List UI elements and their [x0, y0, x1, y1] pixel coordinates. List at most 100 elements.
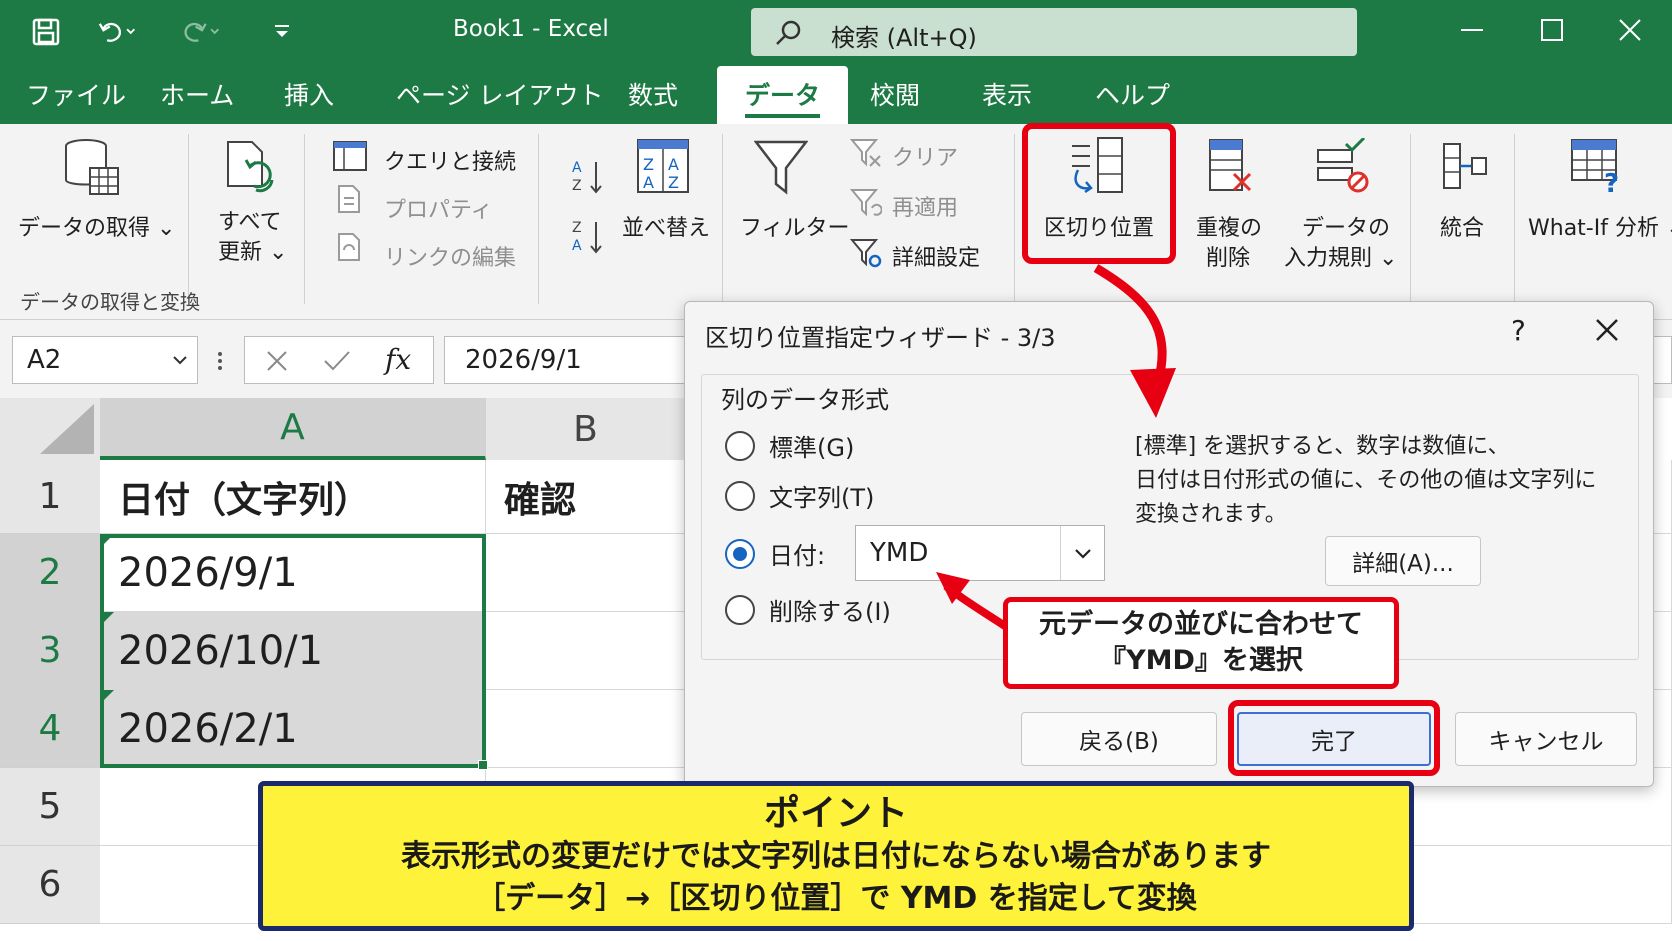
chevron-down-icon[interactable]	[171, 351, 189, 369]
tab-page-layout[interactable]: ページ レイアウト	[396, 76, 603, 112]
save-icon[interactable]	[26, 12, 66, 52]
help-icon[interactable]: ?	[1511, 314, 1526, 347]
tab-formulas[interactable]: 数式	[628, 76, 678, 112]
point-line-1: 表示形式の変更だけでは文字列は日付にならない場合があります	[401, 839, 1271, 874]
title-bar: Book1 - Excel 検索 (Alt+Q)	[0, 0, 1672, 62]
tab-home[interactable]: ホーム	[160, 76, 234, 112]
svg-text:Z: Z	[572, 220, 582, 236]
column-header-b[interactable]: B	[486, 398, 686, 460]
whatif-button[interactable]: What-If 分析 ⌄	[1528, 210, 1672, 242]
more-options-icon[interactable]	[216, 350, 224, 372]
date-format-value: YMD	[870, 538, 929, 568]
radio-general[interactable]: 標準(G)	[725, 428, 854, 463]
radio-text[interactable]: 文字列(T)	[725, 478, 874, 513]
radio-date[interactable]: 日付:	[725, 536, 825, 571]
chevron-down-icon[interactable]	[1060, 526, 1104, 580]
close-window-icon[interactable]	[1608, 10, 1652, 50]
remove-duplicates-label-2[interactable]: 削除	[1206, 240, 1250, 272]
refresh-all-label-2[interactable]: 更新 ⌄	[218, 234, 287, 266]
sort-icon[interactable]: ZAAZ	[636, 138, 690, 196]
row-header-3[interactable]: 3	[0, 612, 100, 690]
back-button[interactable]: 戻る(B)	[1021, 712, 1217, 766]
radio-skip[interactable]: 削除する(I)	[725, 592, 891, 627]
svg-text:Z: Z	[643, 155, 654, 174]
minimize-icon[interactable]	[1450, 10, 1494, 50]
sort-button[interactable]: 並べ替え	[622, 210, 710, 242]
cell-a4[interactable]: 2026/2/1	[100, 690, 486, 768]
callout-line-2: 『YMD』を選択	[1099, 645, 1303, 676]
date-format-select[interactable]: YMD	[855, 525, 1105, 581]
fill-handle[interactable]	[478, 760, 488, 770]
tab-view[interactable]: 表示	[982, 76, 1032, 112]
tab-file[interactable]: ファイル	[26, 76, 126, 112]
tab-data[interactable]: データ	[717, 66, 849, 124]
tab-insert[interactable]: 挿入	[284, 76, 334, 112]
tab-help[interactable]: ヘルプ	[1095, 76, 1170, 112]
data-validation-label-1[interactable]: データの	[1302, 210, 1390, 242]
confirm-formula-icon[interactable]	[323, 349, 351, 373]
row-header-4[interactable]: 4	[0, 690, 100, 768]
data-validation-icon[interactable]	[1316, 138, 1372, 196]
cell-a1[interactable]: 日付（文字列）	[100, 460, 486, 534]
ymd-callout: 元データの並びに合わせて 『YMD』を選択	[1003, 597, 1399, 689]
undo-icon[interactable]	[98, 12, 138, 52]
cancel-formula-icon[interactable]	[265, 349, 289, 373]
remove-duplicates-icon[interactable]	[1206, 138, 1254, 196]
close-icon[interactable]	[1593, 316, 1621, 344]
ribbon-separator	[1014, 134, 1015, 304]
refresh-all-icon[interactable]	[222, 136, 282, 200]
reapply-button[interactable]: 再適用	[892, 190, 958, 222]
tab-review[interactable]: 校閲	[870, 76, 920, 112]
details-button[interactable]: 詳細(A)...	[1325, 536, 1481, 586]
radio-button[interactable]	[725, 594, 755, 625]
svg-text:A: A	[643, 173, 654, 192]
queries-button[interactable]: クエリと接続	[384, 144, 516, 176]
radio-button-selected[interactable]	[725, 538, 755, 569]
cancel-button[interactable]: キャンセル	[1455, 712, 1637, 766]
consolidate-button[interactable]: 統合	[1440, 210, 1484, 242]
insert-function-button[interactable]: fx	[385, 343, 411, 376]
advanced-filter-icon[interactable]	[850, 236, 882, 268]
sort-desc-icon[interactable]: ZA	[572, 218, 606, 256]
radio-button[interactable]	[725, 480, 755, 511]
select-all-corner[interactable]	[0, 398, 100, 460]
advanced-button[interactable]: 詳細設定	[892, 240, 980, 272]
column-header-a[interactable]: A	[100, 398, 486, 460]
radio-label: 文字列(T)	[769, 484, 875, 512]
row-header-6[interactable]: 6	[0, 846, 100, 924]
data-validation-label-2[interactable]: 入力規則 ⌄	[1284, 240, 1397, 272]
edit-links-button[interactable]: リンクの編集	[384, 240, 516, 272]
edit-links-icon	[336, 232, 362, 262]
row-header-1[interactable]: 1	[0, 460, 100, 534]
search-box[interactable]: 検索 (Alt+Q)	[751, 8, 1357, 56]
get-data-icon[interactable]	[60, 136, 124, 200]
radio-label: 標準(G)	[769, 434, 855, 462]
customize-qat-icon[interactable]	[262, 12, 302, 52]
filter-icon[interactable]	[754, 138, 808, 198]
whatif-icon[interactable]: ?	[1570, 138, 1626, 194]
redo-icon[interactable]	[182, 12, 222, 52]
format-description: [標準] を選択すると、数字は数値に、 日付は日付形式の値に、その他の値は文字列…	[1135, 430, 1625, 532]
properties-button[interactable]: プロパティ	[384, 192, 493, 224]
sort-asc-icon[interactable]: AZ	[572, 158, 606, 196]
svg-text:A: A	[572, 238, 582, 254]
remove-duplicates-label-1[interactable]: 重複の	[1196, 210, 1262, 242]
filter-button[interactable]: フィルター	[740, 210, 850, 242]
name-box-value: A2	[27, 345, 62, 375]
clear-button[interactable]: クリア	[892, 140, 958, 172]
radio-button[interactable]	[725, 430, 755, 461]
queries-icon[interactable]	[332, 140, 368, 172]
ribbon-separator	[188, 134, 189, 304]
refresh-all-label-1[interactable]: すべて	[218, 204, 282, 236]
row-header-5[interactable]: 5	[0, 768, 100, 846]
svg-text:Z: Z	[572, 178, 582, 194]
row-header-2[interactable]: 2	[0, 534, 100, 612]
cell-a3[interactable]: 2026/10/1	[100, 612, 486, 690]
error-indicator-icon	[100, 534, 114, 548]
consolidate-icon[interactable]	[1440, 142, 1488, 192]
maximize-icon[interactable]	[1530, 10, 1574, 50]
cell-a2[interactable]: 2026/9/1	[100, 534, 486, 612]
search-placeholder: 検索 (Alt+Q)	[831, 24, 977, 52]
get-data-button[interactable]: データの取得 ⌄	[18, 210, 175, 242]
name-box[interactable]: A2	[12, 336, 198, 384]
